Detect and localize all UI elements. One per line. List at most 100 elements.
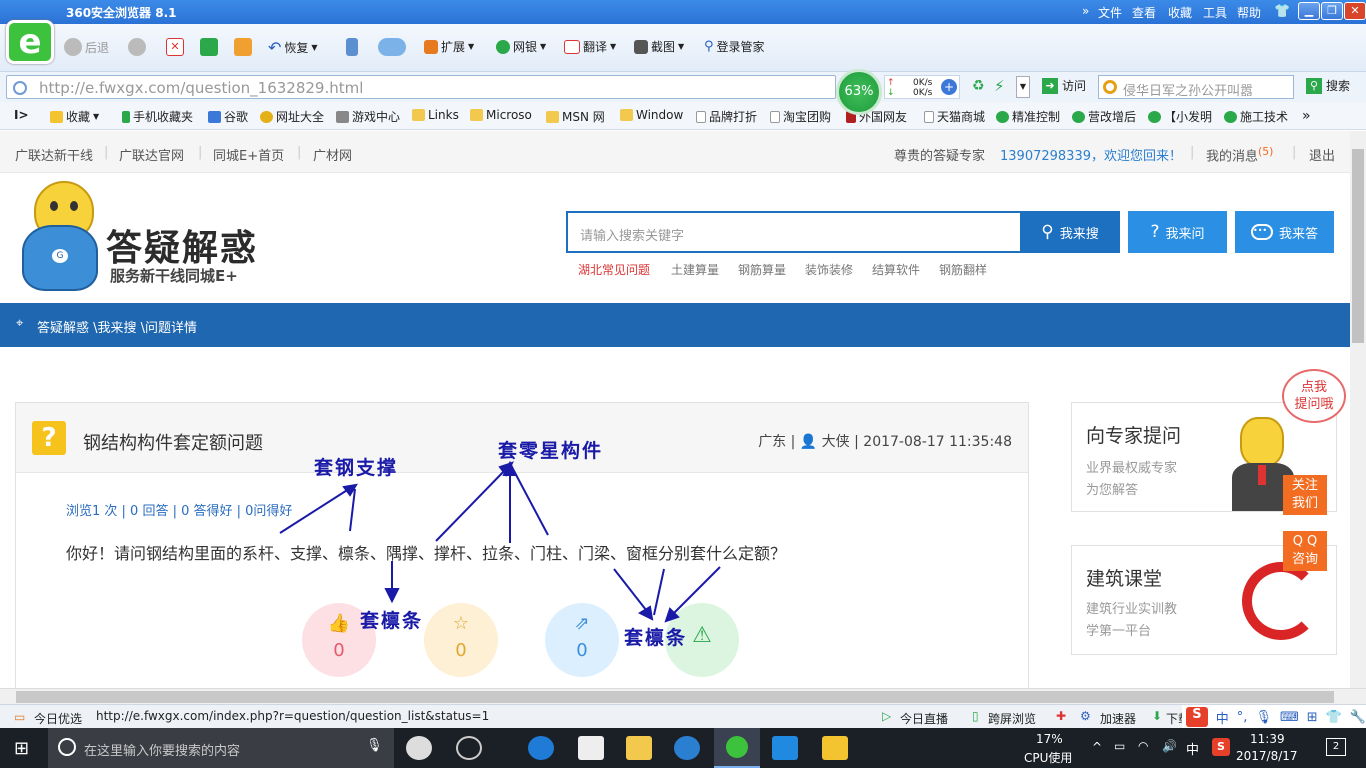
bookmark-sites[interactable]: 网址大全 xyxy=(260,108,324,125)
360-guard-icon[interactable] xyxy=(456,736,482,760)
bookmark-windows[interactable]: Window xyxy=(620,108,683,122)
sogou-tray-icon[interactable]: S xyxy=(1212,738,1230,756)
refresh-button[interactable] xyxy=(200,38,218,56)
menu-tools[interactable]: 工具 xyxy=(1203,4,1227,21)
hot-link-rebar[interactable]: 钢筋算量 xyxy=(738,261,786,278)
my-messages-link[interactable]: 我的消息(5) xyxy=(1206,145,1273,164)
bookmark-precise[interactable]: 精准控制 xyxy=(996,108,1060,125)
browser-search-input[interactable]: 侵华日军之孙公开叫嚣 xyxy=(1098,75,1294,99)
bookmark-invention[interactable]: 【小发明 xyxy=(1148,108,1212,125)
lightning-icon[interactable]: ⚡ xyxy=(994,77,1005,95)
bookmark-tmall[interactable]: 天猫商城 xyxy=(924,108,985,125)
bookmark-links[interactable]: Links xyxy=(412,108,459,122)
ask-bubble[interactable]: 点我 提问哦 xyxy=(1282,369,1346,423)
horizontal-scrollbar[interactable] xyxy=(0,688,1366,704)
shirt-icon[interactable]: 👕 xyxy=(1274,4,1290,19)
glodon-app-icon[interactable] xyxy=(674,736,700,760)
link-city-home[interactable]: 同城E+首页 xyxy=(213,145,284,164)
bookmark-games[interactable]: 游戏中心 xyxy=(336,108,400,125)
close-button[interactable]: ✕ xyxy=(1344,2,1366,20)
vertical-scroll-thumb[interactable] xyxy=(1352,149,1364,343)
mic-icon[interactable]: 🎙 xyxy=(1255,710,1272,725)
ime-indicator[interactable]: 中 xyxy=(1186,739,1199,758)
plus-icon[interactable]: + xyxy=(941,79,957,95)
sidebar-toggle-icon[interactable]: I> xyxy=(14,108,29,122)
maximize-button[interactable]: ❐ xyxy=(1321,2,1343,20)
clock-time[interactable]: 11:39 xyxy=(1250,732,1285,746)
chevron-up-icon[interactable]: ^ xyxy=(1092,740,1102,754)
ask-button[interactable]: ? 我来问 xyxy=(1128,211,1227,253)
bookmark-microsoft[interactable]: Microso xyxy=(470,108,532,122)
link-glodon-newline[interactable]: 广联达新干线 xyxy=(15,145,93,164)
site-search-input[interactable]: 请输入搜索关键字 xyxy=(566,211,1022,253)
volume-icon[interactable]: 🔊 xyxy=(1162,739,1177,753)
bookmark-favorites[interactable]: 收藏 ▼ xyxy=(50,108,99,125)
login-manager-button[interactable]: ⚲ 登录管家 xyxy=(704,38,765,55)
visit-button[interactable]: ➜ 访问 xyxy=(1042,77,1086,94)
bookmark-msn[interactable]: MSN 网 xyxy=(546,108,605,125)
windows-start-icon[interactable]: ⊞ xyxy=(14,738,29,759)
address-input[interactable]: http://e.fwxgx.com/question_1632829.html xyxy=(6,75,836,99)
notepad-icon[interactable] xyxy=(822,736,848,760)
favorite-button[interactable]: ☆ 0 xyxy=(424,603,498,677)
bookmark-taobao[interactable]: 淘宝团购 xyxy=(770,108,831,125)
horizontal-scroll-thumb[interactable] xyxy=(16,691,1334,703)
username[interactable]: 13907298339，欢迎您回来！ xyxy=(1000,145,1182,164)
search-button[interactable]: ⚲ 搜索 xyxy=(1306,77,1350,94)
punctuation-icon[interactable]: °, xyxy=(1237,710,1248,725)
menu-view[interactable]: 查看 xyxy=(1132,4,1156,21)
active-browser-task[interactable] xyxy=(714,728,760,768)
hot-link-decoration[interactable]: 装饰装修 xyxy=(805,261,853,278)
menu-favorites[interactable]: 收藏 xyxy=(1168,4,1192,21)
notification-center-icon[interactable]: 2 xyxy=(1326,738,1346,756)
qq-consult-button[interactable]: Q Q 咨询 xyxy=(1283,531,1327,571)
battery-icon[interactable]: ▭ xyxy=(1114,739,1125,753)
double-chevron-icon[interactable]: » xyxy=(1082,4,1089,18)
cross-screen[interactable]: 跨屏浏览 xyxy=(988,710,1036,727)
menu-help[interactable]: 帮助 xyxy=(1237,4,1261,21)
stop-button[interactable]: ✕ xyxy=(166,38,184,56)
answer-button[interactable]: ••• 我来答 xyxy=(1235,211,1334,253)
today-live[interactable]: 今日直播 xyxy=(900,710,948,727)
apps-grid-icon[interactable]: ⊞ xyxy=(1307,710,1318,725)
share-button[interactable]: ⇗ 0 xyxy=(545,603,619,677)
plus-app-icon[interactable] xyxy=(772,736,798,760)
bank-button[interactable]: 网银 ▼ xyxy=(496,38,546,55)
bookmark-mobile[interactable]: 手机收藏夹 xyxy=(122,108,193,125)
hot-link-settlement[interactable]: 结算软件 xyxy=(872,261,920,278)
file-explorer-icon[interactable] xyxy=(626,736,652,760)
today-picks[interactable]: 今日优选 xyxy=(34,710,82,727)
follow-us-button[interactable]: 关注 我们 xyxy=(1283,475,1327,515)
extensions-button[interactable]: 扩展 ▼ xyxy=(424,38,474,55)
minimize-button[interactable]: ▁ xyxy=(1298,2,1320,20)
back-button[interactable]: 后退 xyxy=(64,38,109,56)
skin-icon[interactable]: 👕 xyxy=(1326,710,1342,725)
link-material-site[interactable]: 广材网 xyxy=(313,145,352,164)
cross-icon[interactable]: ✚ xyxy=(1056,709,1066,723)
chinese-mode-icon[interactable]: 中 xyxy=(1216,708,1229,727)
speed-gauge[interactable]: 63% xyxy=(836,69,882,115)
keyboard-icon[interactable]: ⌨ xyxy=(1280,710,1299,725)
hot-link-hubei[interactable]: 湖北常见问题 xyxy=(578,261,650,278)
taskbar-search[interactable]: 在这里输入你要搜索的内容 🎙 xyxy=(48,728,394,768)
logout-link[interactable]: 退出 xyxy=(1309,145,1335,164)
clock-date[interactable]: 2017/8/17 xyxy=(1236,749,1298,763)
cloud-button[interactable] xyxy=(378,38,406,56)
menu-file[interactable]: 文件 xyxy=(1098,4,1122,21)
wrench-icon[interactable]: 🔧 xyxy=(1350,710,1366,725)
mic-icon[interactable]: 🎙 xyxy=(366,738,383,753)
recycle-icon[interactable]: ♻ xyxy=(972,78,985,94)
restore-button[interactable]: ↶ 恢复 ▼ xyxy=(268,38,318,57)
translate-button[interactable]: 翻译 ▼ xyxy=(564,38,616,55)
accelerator[interactable]: 加速器 xyxy=(1100,710,1136,727)
search-submit-button[interactable]: ⚲ 我来搜 xyxy=(1020,211,1120,253)
hot-link-civil[interactable]: 土建算量 xyxy=(671,261,719,278)
mobile-button[interactable] xyxy=(346,38,358,56)
hot-link-rebar-detail[interactable]: 钢筋翻样 xyxy=(939,261,987,278)
screenshot-button[interactable]: 截图 ▼ xyxy=(634,38,684,55)
bookmark-google[interactable]: 谷歌 xyxy=(208,108,248,125)
dropdown-arrow-icon[interactable]: ▼ xyxy=(1016,76,1030,98)
breadcrumb[interactable]: 答疑解惑 \我来搜 \问题详情 xyxy=(37,317,197,336)
store-icon[interactable] xyxy=(578,736,604,760)
forward-button[interactable] xyxy=(128,38,146,56)
